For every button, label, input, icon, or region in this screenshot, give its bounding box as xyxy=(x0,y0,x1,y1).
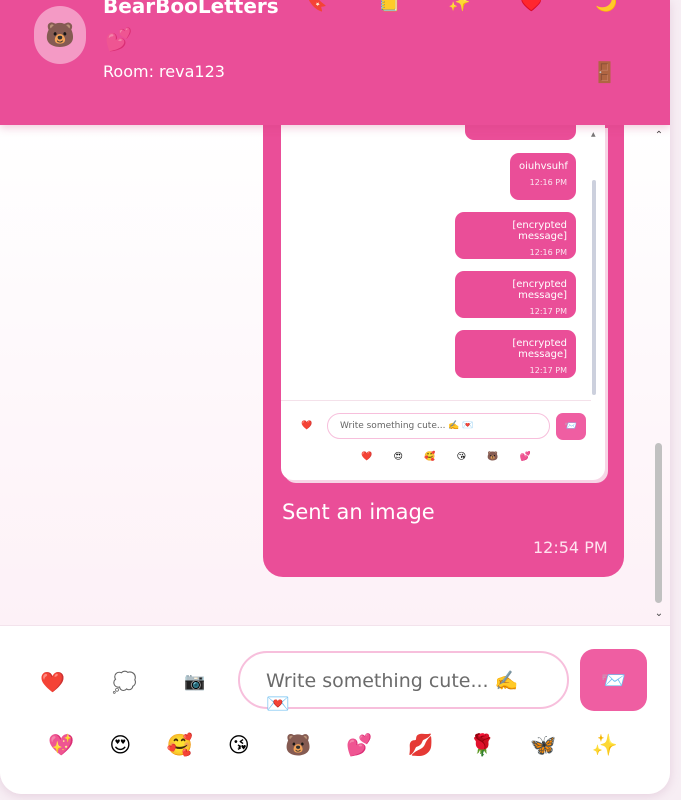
screenshot-scroll-thumb xyxy=(592,180,596,395)
screenshot-bubble: [encrypted message] 12:17 PM xyxy=(455,271,576,318)
emoji-heart-eyes[interactable]: 😍 xyxy=(109,733,131,763)
emoji-two-hearts[interactable]: 💕 xyxy=(346,733,372,763)
chat-header: 🐻 BearBooLetters 💕 Room: reva123 🔖 📒 ✨ ♥… xyxy=(0,0,670,125)
screenshot-divider xyxy=(281,400,591,401)
emoji-kiss-mark[interactable]: 💋 xyxy=(408,733,434,763)
emoji-butterfly[interactable]: 🦋 xyxy=(530,733,556,763)
send-button[interactable]: 📨 xyxy=(580,649,647,711)
message-time: 12:54 PM xyxy=(533,538,608,557)
emoji-smiling-hearts[interactable]: 🥰 xyxy=(166,733,192,763)
message-text: Sent an image xyxy=(282,500,435,524)
screenshot-bubble-text: oiuhvsuhf xyxy=(519,161,568,172)
chat-app: 🐻 BearBooLetters 💕 Room: reva123 🔖 📒 ✨ ♥… xyxy=(0,0,670,794)
screenshot-send-icon: 📨 xyxy=(556,413,586,440)
screenshot-heart-icon: ❤️ xyxy=(301,421,313,431)
emoji-rose[interactable]: 🌹 xyxy=(469,733,495,763)
exit-room-button[interactable]: 🚪 xyxy=(592,60,617,84)
sent-image[interactable]: oiuhvsuhf 12:16 PM [encrypted message] 1… xyxy=(281,125,605,480)
screenshot-bubble: [encrypted message] 12:17 PM xyxy=(455,330,576,378)
screenshot-emoji: 😘 xyxy=(456,452,467,462)
screenshot-bubble-text: [encrypted message] xyxy=(512,220,567,242)
heart-icon[interactable]: ❤️ xyxy=(40,670,65,694)
screenshot-bubble-time: 12:16 PM xyxy=(529,248,567,257)
screenshot-emoji: 🐻 xyxy=(487,452,499,462)
screenshot-scrollbar: ▲ xyxy=(591,125,597,400)
bear-avatar: 🐻 xyxy=(34,6,86,64)
dark-mode-button[interactable]: 🌙 xyxy=(595,0,617,13)
bookmark-button[interactable]: 🔖 xyxy=(305,0,327,13)
screenshot-emoji-row: ❤️ 😍 🥰 😘 🐻 💕 xyxy=(361,452,531,462)
screenshot-emoji: 😍 xyxy=(393,452,403,462)
screenshot-content: oiuhvsuhf 12:16 PM [encrypted message] 1… xyxy=(281,125,605,480)
scroll-up-arrow-icon[interactable]: ⌃ xyxy=(652,129,666,143)
app-title: BearBooLetters xyxy=(103,0,279,18)
quick-emoji-row: 💖 😍 🥰 😘 🐻 💕 💋 🌹 🦋 ✨ xyxy=(48,733,618,763)
emoji-sparkling-heart[interactable]: 💖 xyxy=(48,733,74,763)
screenshot-bubble-time: 12:17 PM xyxy=(529,366,567,375)
screenshot-emoji: 💕 xyxy=(519,452,531,462)
screenshot-bubble-time: 12:17 PM xyxy=(529,307,567,316)
screenshot-bubble-text: [encrypted message] xyxy=(512,279,567,301)
emoji-kiss-face[interactable]: 😘 xyxy=(228,733,250,763)
screenshot-bubble-time: 12:16 PM xyxy=(529,178,567,187)
screenshot-scroll-up-icon: ▲ xyxy=(591,131,596,138)
sparkle-button[interactable]: ✨ xyxy=(448,0,470,13)
screenshot-bubble-partial xyxy=(465,125,576,140)
camera-icon[interactable]: 📷 xyxy=(184,672,205,692)
screenshot-bubble: [encrypted message] 12:16 PM xyxy=(455,212,576,259)
message-input[interactable]: Write something cute... ✍️ 💌 xyxy=(238,651,569,715)
emoji-bear[interactable]: 🐻 xyxy=(285,733,311,763)
chat-scrollbar[interactable]: ⌃ ⌄ xyxy=(652,125,666,625)
scrollbar-thumb[interactable] xyxy=(655,443,662,603)
notebook-button[interactable]: 📒 xyxy=(378,0,400,13)
screenshot-bubble: oiuhvsuhf 12:16 PM xyxy=(510,153,576,200)
screenshot-bubble-text: [encrypted message] xyxy=(512,338,567,360)
hearts-icon: 💕 xyxy=(105,28,133,53)
room-label: Room: reva123 xyxy=(103,62,225,81)
emoji-sparkles[interactable]: ✨ xyxy=(592,733,618,763)
scroll-down-arrow-icon[interactable]: ⌄ xyxy=(652,607,666,621)
heart-button[interactable]: ♥️ xyxy=(520,0,542,13)
screenshot-emoji: ❤️ xyxy=(361,452,373,462)
thought-bubble-icon[interactable]: 💭 xyxy=(112,670,137,694)
screenshot-input: Write something cute... ✍️ 💌 xyxy=(327,413,550,439)
screenshot-emoji: 🥰 xyxy=(424,452,436,462)
